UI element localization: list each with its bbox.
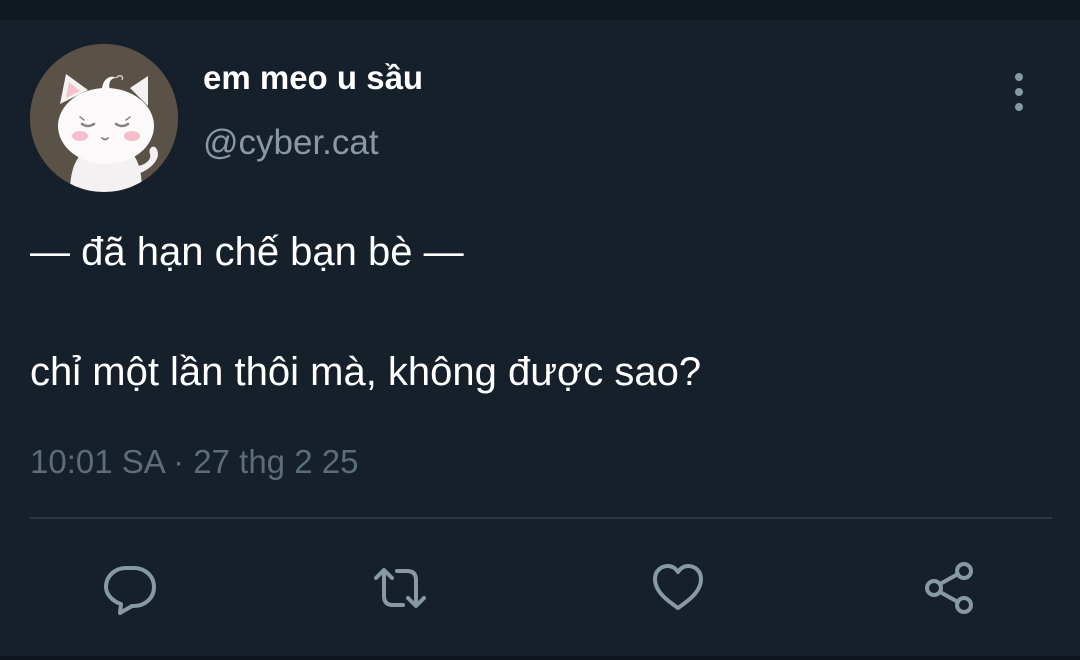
retweet-arrows-icon (374, 568, 426, 608)
divider (30, 517, 1052, 519)
more-options-button[interactable] (1002, 70, 1036, 114)
speech-bubble-icon (104, 566, 156, 615)
heart-outline-icon (653, 564, 703, 610)
tweet-card: em meo u sầu @cyber.cat — đã hạn chế bạn… (0, 20, 1080, 660)
vertical-dots-icon (1015, 73, 1023, 111)
bottom-bar (0, 656, 1080, 660)
display-name[interactable]: em meo u sầu (203, 58, 423, 98)
user-handle[interactable]: @cyber.cat (203, 122, 379, 164)
tweet-text-line: chỉ một lần thôi mà, không được sao? (30, 350, 702, 394)
avatar-cat-illustration (30, 44, 178, 192)
share-nodes-icon (925, 562, 973, 614)
tweet-timestamp[interactable]: 10:01 SA · 27 thg 2 25 (30, 442, 358, 482)
top-bar (0, 0, 1080, 20)
avatar[interactable] (30, 44, 178, 192)
share-button[interactable] (922, 560, 978, 616)
tweet-text-line: — đã hạn chế bạn bè — (30, 230, 464, 274)
reply-button[interactable] (102, 560, 158, 616)
retweet-button[interactable] (372, 560, 428, 616)
like-button[interactable] (650, 560, 706, 616)
